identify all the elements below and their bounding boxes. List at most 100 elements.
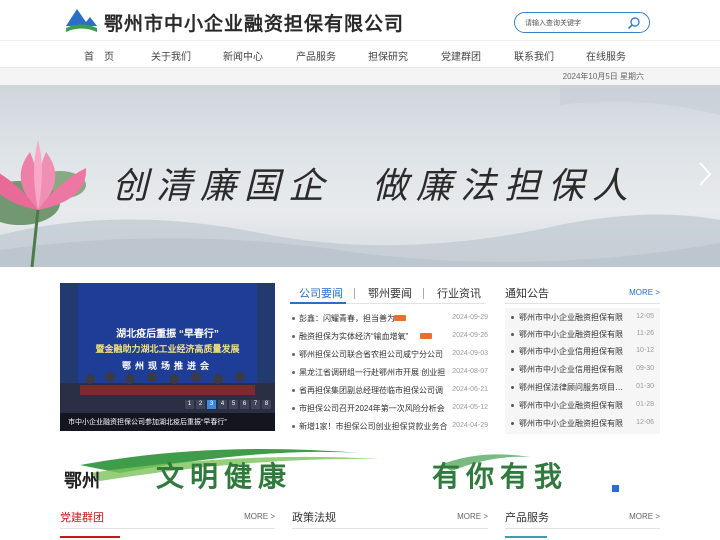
photo-pager-dot[interactable]: 7	[251, 400, 260, 409]
bullet-icon	[511, 333, 514, 336]
photo-caption-text[interactable]: 市中小企业融资担保公司参加湖北疫后重振“早春行”	[68, 417, 227, 427]
ad-text-right: 有你有我	[432, 460, 569, 493]
notice-item-date: 01-28	[636, 401, 654, 408]
banner-slogan-left: 创清廉国企	[112, 166, 333, 207]
search-icon[interactable]	[627, 16, 641, 30]
news-item[interactable]: 黑龙江省调研组一行赴鄂州市开展 创业担 2024-08-07	[290, 364, 490, 382]
photo-banner-line3: 鄂州现场推进会	[121, 361, 213, 371]
nav-item-party[interactable]: 党建群团	[441, 48, 481, 63]
company-logo-icon[interactable]	[64, 6, 98, 34]
bullet-icon	[292, 371, 295, 374]
notice-item-title[interactable]: 鄂州市中小企业融资担保有限	[519, 418, 625, 429]
notice-item-title[interactable]: 鄂州市中小企业融资担保有限	[519, 400, 625, 411]
section-policy-more[interactable]: MORE >	[457, 512, 488, 521]
chevron-right-icon[interactable]	[698, 161, 712, 187]
photo-pager-dot[interactable]: 6	[240, 400, 249, 409]
notice-item-date: 09-30	[636, 365, 654, 372]
news-photo-slider[interactable]: 湖北疫后重振 “早春行” 暨金融助力湖北工业经济高质量发展 鄂州现场推进会 1 …	[60, 283, 275, 431]
photo-pager-dot[interactable]: 2	[196, 400, 205, 409]
news-date: 2024-04-29	[452, 422, 488, 429]
news-title[interactable]: 彭鑫：闪耀青春，担当善为	[299, 313, 447, 324]
nav-item-about[interactable]: 关于我们	[151, 48, 191, 63]
bullet-icon	[511, 404, 514, 407]
ad-swoosh-artwork	[80, 449, 619, 492]
nav-item-home[interactable]: 首 页	[84, 48, 114, 63]
photo-pager: 1 2 3 4 5 6 7 8	[183, 400, 271, 409]
notice-item[interactable]: 鄂州市中小企业融资担保有限 12-05	[505, 309, 660, 326]
news-item[interactable]: 省再担保集团副总经理莅临市担保公司调 2024-06-21	[290, 382, 490, 400]
bullet-icon	[511, 422, 514, 425]
photo-caption: 市中小企业融资担保公司参加湖北疫后重振“早春行”	[60, 413, 275, 431]
date-bar: 2024年10月5日 星期六	[0, 68, 720, 85]
bullet-icon	[292, 317, 295, 320]
section-products-title[interactable]: 产品服务	[505, 509, 549, 525]
news-item[interactable]: 市担保公司召开2024年第一次风险分析会 2024-05-12	[290, 400, 490, 418]
section-party: 党建群团 MORE >	[60, 509, 275, 538]
news-date: 2024-09-26	[452, 332, 488, 339]
section-underline	[505, 528, 660, 529]
news-title[interactable]: 新增1家！市担保公司创业担保贷款业务合	[299, 421, 447, 432]
nav-item-research[interactable]: 担保研究	[368, 48, 408, 63]
nav-item-news[interactable]: 新闻中心	[223, 48, 263, 63]
photo-banner-line1: 湖北疫后重振 “早春行”	[116, 329, 219, 340]
news-item[interactable]: 融资担保为实体经济“输血增氧” 2024-09-26	[290, 328, 490, 346]
bullet-icon	[292, 425, 295, 428]
news-item[interactable]: 彭鑫：闪耀青春，担当善为 2024-09-29	[290, 310, 490, 328]
notice-item[interactable]: 鄂州市中小企业信用担保有限 10-12	[505, 343, 660, 360]
news-item[interactable]: 新增1家！市担保公司创业担保贷款业务合 2024-04-29	[290, 418, 490, 436]
banner-slogan-right: 做廉法担保人	[372, 166, 637, 207]
notice-item-date: 12-05	[636, 313, 654, 320]
notice-item-date: 01-30	[636, 383, 654, 390]
notice-item[interactable]: 鄂州担保法律顾问服务项目… 01-30	[505, 379, 660, 396]
notice-item-title[interactable]: 鄂州市中小企业信用担保有限	[519, 364, 625, 375]
notice-item-title[interactable]: 鄂州担保法律顾问服务项目…	[519, 382, 625, 393]
notice-item[interactable]: 鄂州市中小企业融资担保有限 01-28	[505, 397, 660, 414]
photo-banner-line2: 暨金融助力湖北工业经济高质量发展	[95, 344, 240, 354]
tab-company-news[interactable]: 公司要闻	[299, 285, 343, 301]
notice-title[interactable]: 通知公告	[505, 285, 549, 301]
photo-pager-dot-active[interactable]: 3	[207, 400, 216, 409]
hero-banner[interactable]: 创清廉国企 做廉法担保人	[0, 85, 720, 267]
section-policy-title[interactable]: 政策法规	[292, 509, 336, 525]
notice-item[interactable]: 鄂州市中小企业信用担保有限 09-30	[505, 361, 660, 378]
bullet-icon	[292, 353, 295, 356]
nav-item-products[interactable]: 产品服务	[296, 48, 336, 63]
tab-ezhou-news[interactable]: 鄂州要闻	[368, 285, 412, 301]
news-title[interactable]: 市担保公司召开2024年第一次风险分析会	[299, 403, 447, 414]
notice-underline	[505, 303, 660, 304]
section-policy: 政策法规 MORE >	[292, 509, 488, 529]
civility-ad-banner[interactable]: 鄂州 文明健康 有你有我	[60, 443, 660, 496]
section-party-title[interactable]: 党建群团	[60, 509, 104, 525]
site-title[interactable]: 鄂州市中小企业融资担保有限公司	[104, 9, 404, 36]
notice-more-link[interactable]: MORE >	[629, 288, 660, 297]
nav-item-contact[interactable]: 联系我们	[514, 48, 554, 63]
news-title[interactable]: 黑龙江省调研组一行赴鄂州市开展 创业担	[299, 367, 447, 378]
photo-pager-dot[interactable]: 5	[229, 400, 238, 409]
news-title[interactable]: 省再担保集团副总经理莅临市担保公司调	[299, 385, 447, 396]
ad-text-left: 文明健康	[156, 460, 293, 493]
current-date: 2024年10月5日 星期六	[562, 72, 644, 81]
section-party-more[interactable]: MORE >	[244, 512, 275, 521]
notice-item-title[interactable]: 鄂州市中小企业信用担保有限	[519, 346, 625, 357]
news-title[interactable]: 鄂州担保公司联合省农担公司咸宁分公司	[299, 349, 447, 360]
photo-pager-dot[interactable]: 4	[218, 400, 227, 409]
photo-pager-dot[interactable]: 8	[262, 400, 271, 409]
notice-item[interactable]: 鄂州市中小企业融资担保有限 11-26	[505, 326, 660, 343]
news-date: 2024-09-03	[452, 350, 488, 357]
section-thumb-strip	[505, 536, 547, 538]
tab-divider	[423, 288, 424, 299]
nav-item-online[interactable]: 在线服务	[586, 48, 626, 63]
bullet-icon	[292, 335, 295, 338]
news-item[interactable]: 鄂州担保公司联合省农担公司咸宁分公司 2024-09-03	[290, 346, 490, 364]
notice-item-date: 10-12	[636, 347, 654, 354]
notice-item-date: 12-06	[636, 419, 654, 426]
notice-item[interactable]: 鄂州市中小企业融资担保有限 12-06	[505, 415, 660, 432]
notice-item-title[interactable]: 鄂州市中小企业融资担保有限	[519, 312, 625, 323]
search-input[interactable]	[525, 16, 625, 30]
notice-item-title[interactable]: 鄂州市中小企业融资担保有限	[519, 329, 625, 340]
section-products-more[interactable]: MORE >	[629, 512, 660, 521]
news-date: 2024-05-12	[452, 404, 488, 411]
bullet-icon	[511, 350, 514, 353]
tab-industry-news[interactable]: 行业资讯	[437, 285, 481, 301]
photo-pager-dot[interactable]: 1	[185, 400, 194, 409]
